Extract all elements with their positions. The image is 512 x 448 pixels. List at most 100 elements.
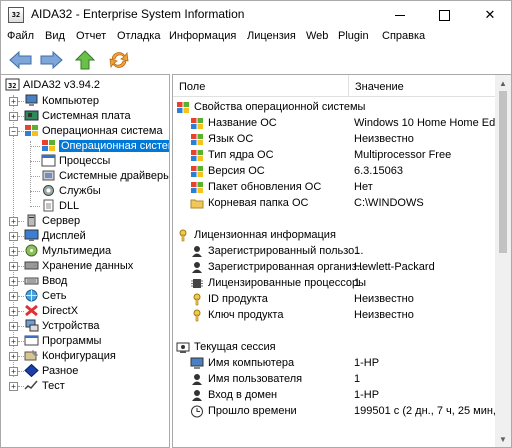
table-row[interactable]: ID продукта [190, 291, 268, 307]
tree-item-devices[interactable]: Устройства [24, 318, 100, 333]
windows-icon [191, 165, 203, 177]
tree-item-drivers[interactable]: Системные драйверы [41, 168, 169, 183]
tree-item-storage[interactable]: Хранение данных [24, 258, 133, 273]
tree-item-os[interactable]: Операционная система [24, 123, 163, 138]
table-row[interactable]: Лицензированные процессоры [190, 275, 366, 291]
tree-item-test[interactable]: Тест [24, 378, 65, 393]
scroll-down-icon[interactable]: ▼ [495, 431, 511, 447]
expander-storage[interactable]: + [9, 262, 18, 271]
tree-item-input[interactable]: Ввод [24, 273, 67, 288]
tree-item-network[interactable]: Сеть [24, 288, 66, 303]
windows-icon [25, 125, 38, 136]
menu-help[interactable]: Справка [382, 30, 425, 42]
scroll-up-icon[interactable]: ▲ [495, 75, 511, 91]
tree-item-services[interactable]: Службы [41, 183, 101, 198]
session-icon [176, 342, 190, 353]
row-value: 6.3.15063 [354, 165, 403, 177]
config-icon [24, 350, 38, 361]
table-row[interactable]: Пакет обновления ОС [190, 179, 321, 195]
table-row[interactable]: Версия ОС [190, 163, 265, 179]
menu-debug[interactable]: Отладка [117, 30, 160, 42]
tree-item-server[interactable]: Сервер [24, 213, 80, 228]
table-row[interactable]: Прошло времени [190, 403, 297, 419]
vertical-scrollbar[interactable]: ▲ ▼ [495, 75, 511, 447]
tree-item-display[interactable]: Дисплей [24, 228, 86, 243]
processes-icon [41, 154, 56, 167]
row-value: 1 [354, 277, 361, 289]
table-row[interactable]: Вход в домен [190, 387, 277, 403]
network-icon [25, 289, 38, 302]
table-row[interactable]: Ключ продукта [190, 307, 283, 323]
tree-item-computer[interactable]: Компьютер [24, 93, 99, 108]
column-header-field[interactable]: Поле [173, 75, 349, 97]
expander-misc[interactable]: + [9, 367, 18, 376]
expander-network[interactable]: + [9, 292, 18, 301]
tree-item-processes[interactable]: Процессы [41, 153, 110, 168]
expander-config[interactable]: + [9, 352, 18, 361]
row-value: 199501 с (2 дн., 7 ч, 25 мин, 1 с [354, 405, 512, 417]
scroll-thumb[interactable] [499, 91, 507, 253]
server-icon [27, 214, 36, 227]
row-value: Hewlett-Packard [354, 261, 435, 273]
tree-item-motherboard[interactable]: Системная плата [24, 108, 131, 123]
expander-os[interactable]: − [9, 127, 18, 136]
tree-pane: 32 AIDA32 v3.94.2 + Компьютер + Системна… [0, 74, 170, 448]
expander-directx[interactable]: + [9, 307, 18, 316]
table-row[interactable]: Зарегистрированный пользо... [190, 243, 363, 259]
refresh-icon[interactable] [107, 50, 131, 70]
keyboard-icon [24, 277, 39, 285]
tree-item-dll[interactable]: DLL [41, 198, 79, 213]
expander-computer[interactable]: + [9, 97, 18, 106]
expander-input[interactable]: + [9, 277, 18, 286]
tree-root[interactable]: 32 AIDA32 v3.94.2 [5, 77, 100, 92]
menu-web[interactable]: Web [306, 30, 328, 42]
tree-item-multimedia[interactable]: Мультимедиа [24, 243, 111, 258]
user-icon [192, 261, 202, 273]
expander-test[interactable]: + [9, 382, 18, 391]
services-icon [43, 185, 54, 196]
menu-plugin[interactable]: Plugin [338, 30, 369, 42]
drivers-icon [42, 170, 55, 181]
expander-display[interactable]: + [9, 232, 18, 241]
table-row[interactable]: Язык ОС [190, 131, 253, 147]
computer-icon [190, 357, 204, 369]
row-value: 1 [354, 245, 361, 257]
table-row[interactable]: Корневая папка ОС [190, 195, 308, 211]
menu-info[interactable]: Информация [169, 30, 236, 42]
tree-item-config[interactable]: Конфигурация [24, 348, 116, 363]
test-icon [24, 380, 38, 390]
expander-programs[interactable]: + [9, 337, 18, 346]
row-value: 1 [354, 373, 361, 385]
back-arrow-icon[interactable] [9, 50, 33, 70]
menu-license[interactable]: Лицензия [247, 30, 296, 42]
table-row[interactable]: Имя компьютера [190, 355, 294, 371]
maximize-button[interactable] [421, 1, 467, 29]
multimedia-icon [25, 244, 38, 257]
group-header-session: Текущая сессия [176, 339, 276, 355]
key-icon [193, 309, 201, 321]
table-row[interactable]: Имя пользователя [190, 371, 302, 387]
tree-item-os-selected[interactable]: Операционная система [41, 138, 169, 153]
minimize-button[interactable] [377, 1, 423, 29]
table-row[interactable]: Тип ядра ОС [190, 147, 274, 163]
up-arrow-icon[interactable] [73, 50, 97, 70]
menu-file[interactable]: Файл [7, 30, 34, 42]
table-row[interactable]: Зарегистрированная организ... [190, 259, 366, 275]
expander-motherboard[interactable]: + [9, 112, 18, 121]
row-value: C:\WINDOWS [354, 197, 424, 209]
close-button[interactable] [467, 1, 512, 29]
row-value: 1-HP [354, 389, 380, 401]
table-row[interactable]: Название ОС [190, 115, 277, 131]
forward-arrow-icon[interactable] [39, 50, 63, 70]
menu-view[interactable]: Вид [45, 30, 65, 42]
group-header-os-properties: Свойства операционной системы [176, 99, 365, 115]
expander-devices[interactable]: + [9, 322, 18, 331]
tree-item-programs[interactable]: Программы [24, 333, 101, 348]
column-header-value[interactable]: Значение [349, 75, 497, 97]
menu-report[interactable]: Отчет [76, 30, 106, 42]
tree-item-misc[interactable]: Разное [24, 363, 78, 378]
expander-multimedia[interactable]: + [9, 247, 18, 256]
row-value: Неизвестно [354, 293, 414, 305]
tree-item-directx[interactable]: DirectX [24, 303, 78, 318]
expander-server[interactable]: + [9, 217, 18, 226]
